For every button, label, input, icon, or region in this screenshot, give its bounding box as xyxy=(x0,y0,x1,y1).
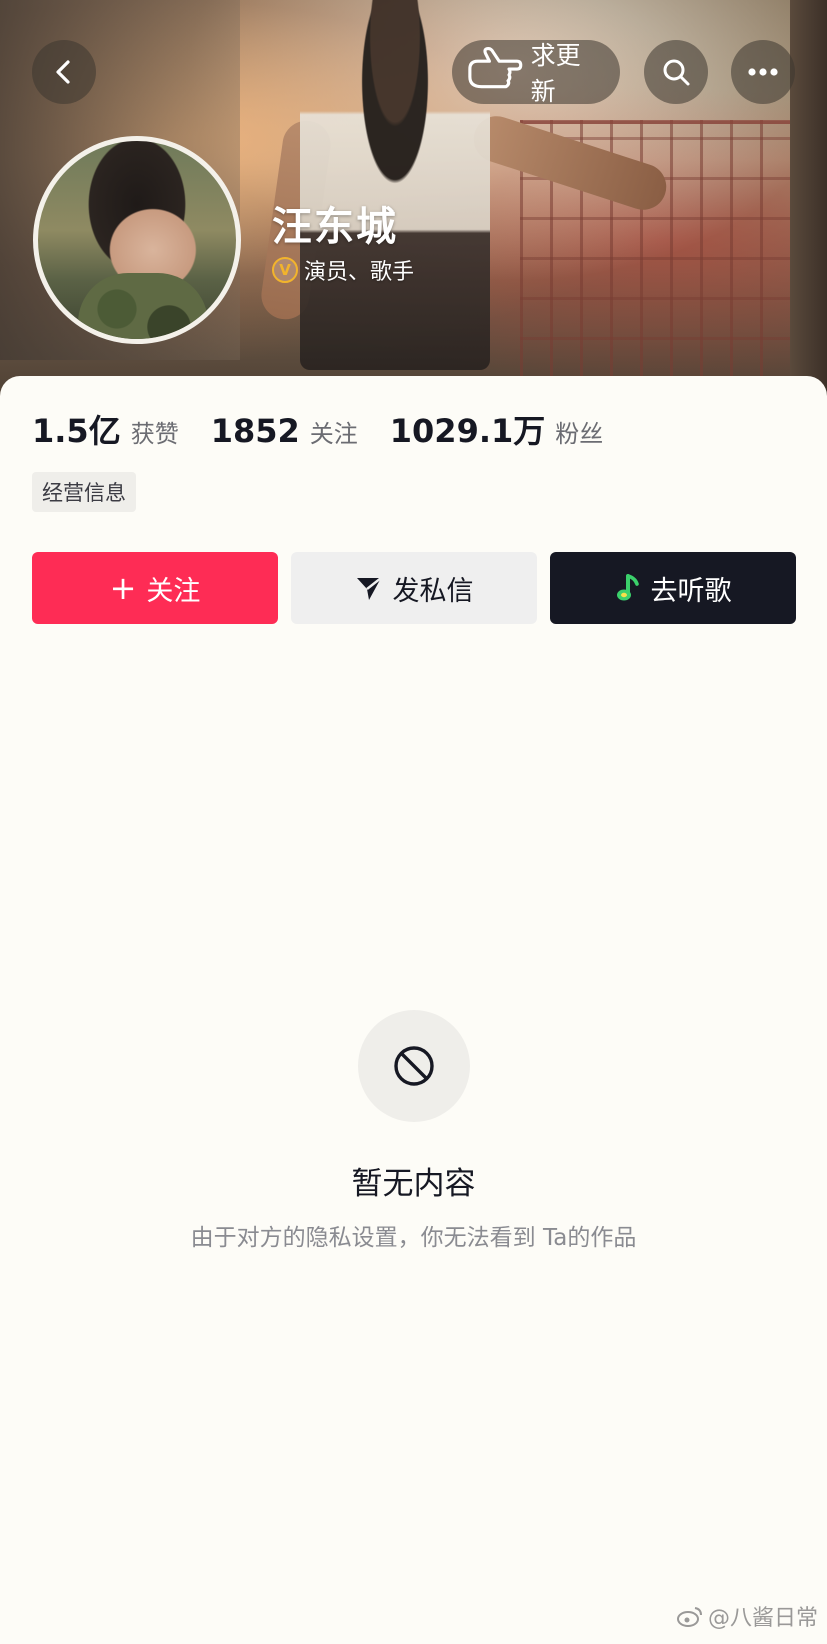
stat-value: 1029.1万 xyxy=(389,412,546,450)
verified-badge-icon: V xyxy=(272,257,298,283)
profile-page: 求更新 汪东城 V 演员、歌手 1.5亿 获赞 1852 关注 1029.1万 … xyxy=(0,0,827,1644)
avatar[interactable] xyxy=(33,136,241,344)
search-icon xyxy=(663,59,690,86)
stats-row: 1.5亿 获赞 1852 关注 1029.1万 粉丝 xyxy=(32,406,635,452)
search-button[interactable] xyxy=(644,40,708,104)
back-icon xyxy=(56,60,70,84)
request-update-button[interactable]: 求更新 xyxy=(452,40,620,106)
profile-sheet: 1.5亿 获赞 1852 关注 1029.1万 粉丝 经营信息 + 关注 发私信… xyxy=(0,376,827,1644)
stat-following[interactable]: 1852 关注 xyxy=(211,412,358,450)
plus-icon: + xyxy=(109,569,137,607)
stat-label: 粉丝 xyxy=(555,420,604,448)
listen-music-button[interactable]: 去听歌 xyxy=(550,552,796,624)
hand-point-icon xyxy=(468,46,523,89)
stat-value: 1852 xyxy=(210,412,300,450)
verification-text: 演员、歌手 xyxy=(304,260,415,285)
prohibited-icon xyxy=(394,1046,434,1086)
more-icon xyxy=(748,68,778,76)
weibo-icon xyxy=(677,1607,702,1627)
empty-state-icon-wrap xyxy=(358,1010,470,1122)
message-button[interactable]: 发私信 xyxy=(291,552,537,624)
watermark-text: @八酱日常 xyxy=(708,1606,819,1631)
send-icon xyxy=(355,574,383,602)
watermark: @八酱日常 xyxy=(676,1600,818,1632)
message-label: 发私信 xyxy=(392,575,474,607)
empty-state-title: 暂无内容 xyxy=(351,1166,476,1202)
empty-state-subtitle: 由于对方的隐私设置，你无法看到 Ta的作品 xyxy=(190,1225,637,1251)
stat-label: 关注 xyxy=(309,420,358,448)
stat-likes[interactable]: 1.5亿 获赞 xyxy=(32,406,179,452)
request-update-label: 求更新 xyxy=(530,41,581,106)
listen-label: 去听歌 xyxy=(650,575,732,607)
stat-label: 获赞 xyxy=(130,420,179,448)
more-button[interactable] xyxy=(731,40,795,104)
stat-value: 1.5亿 xyxy=(32,412,121,450)
follow-label: 关注 xyxy=(146,575,201,607)
user-name: 汪东城 xyxy=(272,204,398,250)
music-note-icon xyxy=(615,573,641,603)
back-button[interactable] xyxy=(32,40,96,104)
follow-button[interactable]: + 关注 xyxy=(32,552,278,624)
stat-followers[interactable]: 1029.1万 粉丝 xyxy=(390,406,604,452)
action-buttons: + 关注 发私信 去听歌 xyxy=(32,552,796,624)
verification-row: V 演员、歌手 xyxy=(272,254,414,286)
business-info-tag[interactable]: 经营信息 xyxy=(32,472,136,512)
